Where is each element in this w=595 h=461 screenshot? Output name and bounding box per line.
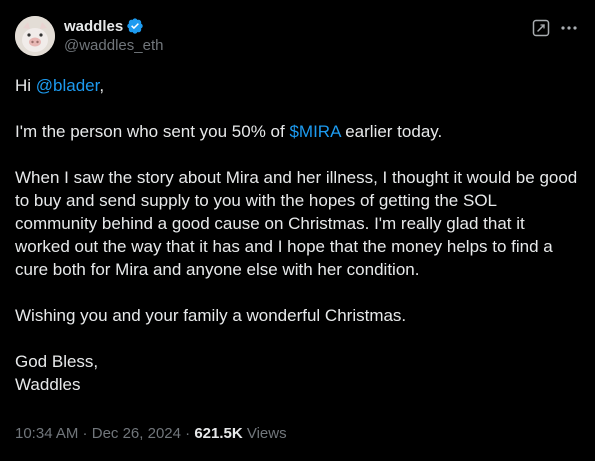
display-name-row: waddles — [64, 16, 163, 36]
handle[interactable]: @waddles_eth — [64, 37, 163, 54]
more-icon[interactable] — [559, 18, 579, 38]
paragraph-2: When I saw the story about Mira and her … — [15, 168, 578, 279]
paragraph-3: Wishing you and your family a wonderful … — [15, 306, 407, 325]
cashtag-link[interactable]: $MIRA — [289, 122, 340, 141]
p1-suffix: earlier today. — [340, 122, 443, 141]
verified-badge-icon[interactable] — [126, 17, 144, 35]
avatar[interactable] — [15, 16, 55, 56]
signoff-line-2: Waddles — [15, 375, 81, 394]
paragraph-1: I'm the person who sent you 50% of $MIRA… — [15, 120, 580, 143]
greeting-suffix: , — [99, 76, 105, 95]
tweet-card: waddles @waddles_eth Hi @blader, I'm the… — [0, 0, 595, 461]
signoff-line-1: God Bless, — [15, 352, 99, 371]
mention-link[interactable]: @blader — [36, 76, 100, 95]
tweet-actions-top — [531, 18, 579, 38]
tweet-meta: 10:34 AM · Dec 26, 2024 · 621.5K Views — [15, 425, 287, 442]
avatar-cartoon-pig-icon — [15, 16, 55, 56]
meta-separator: · — [180, 425, 195, 442]
display-name[interactable]: waddles — [64, 18, 123, 35]
greeting-line: Hi @blader, — [15, 74, 580, 97]
greeting-prefix: Hi — [15, 76, 36, 95]
p1-prefix: I'm the person who sent you 50% of — [15, 122, 290, 141]
tweet-time[interactable]: 10:34 AM — [15, 425, 78, 442]
views-count[interactable]: 621.5K — [194, 425, 242, 442]
author-block: waddles @waddles_eth — [64, 16, 163, 55]
meta-separator: · — [78, 425, 92, 442]
tweet-date[interactable]: Dec 26, 2024 — [92, 425, 181, 442]
views-label: Views — [242, 425, 287, 442]
grok-icon[interactable] — [531, 18, 551, 38]
tweet-body: Hi @blader, I'm the person who sent you … — [15, 74, 580, 396]
